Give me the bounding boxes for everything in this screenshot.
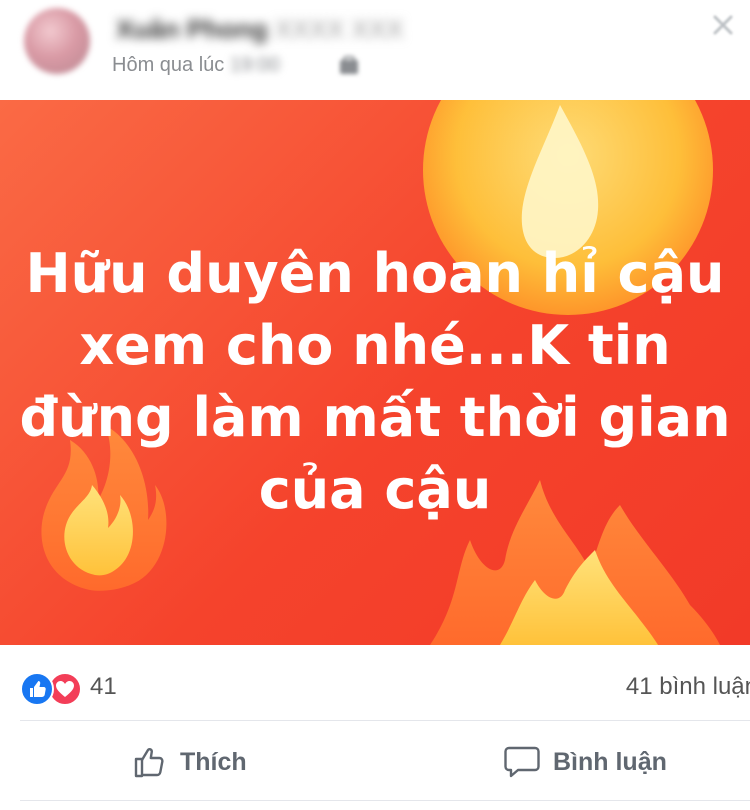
like-button[interactable]: Thích (132, 734, 247, 790)
action-bar: Thích Bình luận (0, 724, 750, 800)
author-name-text[interactable]: Xuân Phong (116, 14, 268, 44)
post-image[interactable]: Hữu duyên hoan hỉ cậu xem cho nhé...K ti… (0, 100, 750, 645)
author-name-extra: XXXX XXX (274, 14, 404, 44)
speech-bubble-icon (504, 746, 540, 778)
comment-button[interactable]: Bình luận (503, 734, 667, 790)
reaction-count[interactable]: 41 (90, 673, 117, 701)
post-text-line: của cậu (258, 458, 492, 521)
globe-icon (340, 56, 358, 74)
post-timestamp[interactable]: Hôm qua lúc 19:00 (112, 54, 280, 77)
post-time-prefix: Hôm qua lúc (112, 54, 225, 76)
divider (20, 720, 750, 721)
heart-icon (56, 681, 74, 697)
avatar[interactable] (24, 8, 90, 74)
comment-button-label: Bình luận (553, 747, 667, 776)
divider (20, 800, 750, 801)
author-name[interactable]: Xuân Phong XXXX XXX (116, 14, 404, 45)
comment-count[interactable]: 41 bình luận (626, 673, 750, 701)
post-time-value: 19:00 (229, 54, 280, 76)
post-text-line: đừng làm mất thời gian (19, 386, 731, 449)
post-text-line: Hữu duyên hoan hỉ cậu (25, 242, 725, 305)
thumbs-up-outline-icon (134, 748, 164, 778)
post-text: Hữu duyên hoan hỉ cậu xem cho nhé...K ti… (0, 238, 750, 526)
like-button-label: Thích (180, 747, 247, 776)
close-icon[interactable] (708, 10, 738, 40)
thumbs-up-icon (30, 681, 46, 697)
reactions-summary[interactable]: 41 41 bình luận (0, 660, 750, 712)
post-header: Xuân Phong XXXX XXX Hôm qua lúc 19:00 (0, 0, 750, 100)
post-text-line: xem cho nhé...K tin (79, 314, 671, 377)
like-reaction-icon (20, 672, 54, 706)
